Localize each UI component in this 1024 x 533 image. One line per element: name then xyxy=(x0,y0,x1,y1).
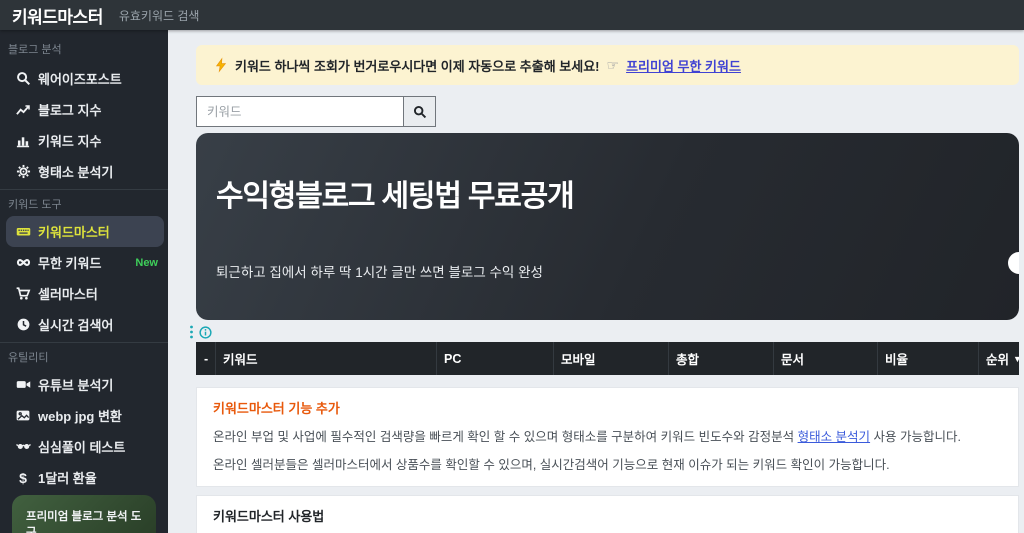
premium-infinite-keywords-link[interactable]: 프리미엄 무한 키워드 xyxy=(626,56,741,75)
hero-banner[interactable]: 수익형블로그 세팅법 무료공개 퇴근하고 집에서 하루 딱 1시간 글만 쓰면 … xyxy=(196,133,1019,320)
line-chart-icon xyxy=(14,102,32,118)
sort-desc-icon: ▼ xyxy=(1013,354,1019,364)
sidebar-divider xyxy=(0,189,168,190)
column-header-ratio[interactable]: 비율 xyxy=(877,342,978,375)
sidebar-section-keyword-tools: 키워드 도구 xyxy=(8,199,62,211)
column-header-rank[interactable]: 순위 ▼ xyxy=(978,342,1019,375)
sidebar-item-fun-test[interactable]: 심심풀이 테스트 xyxy=(0,431,168,462)
feature-info-card: 키워드마스터 기능 추가 온라인 부업 및 사업에 필수적인 검색량을 빠르게 … xyxy=(196,387,1019,487)
sidebar-item-morpheme-analyzer[interactable]: 형태소 분석기 xyxy=(0,156,168,187)
sidebar-item-keyword-index[interactable]: 키워드 지수 xyxy=(0,125,168,156)
column-header-docs[interactable]: 문서 xyxy=(773,342,877,375)
sidebar-section-blog-analysis: 블로그 분석 xyxy=(8,44,62,56)
table-tools-row xyxy=(189,324,1019,340)
feature-card-paragraph-1: 온라인 부업 및 사업에 필수적인 검색량을 빠르게 확인 할 수 있으며 형태… xyxy=(213,430,961,444)
keyword-search-bar xyxy=(196,96,1019,127)
info-icon[interactable] xyxy=(199,325,212,339)
drag-handle-icon[interactable] xyxy=(189,325,194,339)
search-icon xyxy=(14,71,32,87)
video-camera-icon xyxy=(14,377,32,393)
sidebar-item-whereispost[interactable]: 웨어이즈포스트 xyxy=(0,63,168,94)
lightning-icon xyxy=(214,57,228,73)
cart-icon xyxy=(14,286,32,302)
clock-icon xyxy=(14,317,32,333)
feature-card-paragraph-2: 온라인 셀러분들은 셀러마스터에서 상품수를 확인할 수 있으며, 실시간검색어… xyxy=(213,458,890,472)
keyboard-icon xyxy=(14,224,32,240)
morpheme-analyzer-link[interactable]: 형태소 분석기 xyxy=(798,430,870,444)
bar-chart-icon xyxy=(14,133,32,149)
sidebar-item-label: 키워드 지수 xyxy=(38,134,102,149)
results-table-header: - 키워드 PC 모바일 총합 문서 비율 순위 ▼ xyxy=(196,342,1019,375)
goggles-icon xyxy=(14,439,32,455)
alert-text: 키워드 하나씩 조회가 번거로우시다면 이제 자동으로 추출해 보세요! xyxy=(235,58,600,74)
image-icon xyxy=(14,408,32,424)
sidebar-item-label: webp jpg 변환 xyxy=(38,409,122,424)
gear-icon xyxy=(14,164,32,180)
sidebar-item-label: 블로그 지수 xyxy=(38,103,102,118)
column-header-total[interactable]: 총합 xyxy=(668,342,773,375)
top-bar-subtitle: 유효키워드 검색 xyxy=(118,8,200,23)
promo-alert-banner: 키워드 하나씩 조회가 번거로우시다면 이제 자동으로 추출해 보세요! ☞ 프… xyxy=(196,45,1019,85)
sidebar-item-label: 형태소 분석기 xyxy=(38,165,114,180)
column-header-keyword[interactable]: 키워드 xyxy=(215,342,436,375)
sidebar-item-label: 무한 키워드 xyxy=(38,256,102,271)
promo-label: 프리미엄 블로그 분석 도구 xyxy=(26,511,142,533)
column-header-dash: - xyxy=(204,351,209,366)
column-header-pc[interactable]: PC xyxy=(436,342,553,375)
keyword-search-input[interactable] xyxy=(196,96,404,127)
app-title[interactable]: 키워드마스터 xyxy=(12,3,103,28)
sidebar-item-label: 웨어이즈포스트 xyxy=(38,72,122,87)
sidebar-item-dollar-rate[interactable]: $ 1달러 환율 xyxy=(0,462,168,493)
sidebar-item-sellermaster[interactable]: 셀러마스터 xyxy=(0,278,168,309)
sidebar-item-label: 키워드마스터 xyxy=(38,225,110,240)
hero-subtitle: 퇴근하고 집에서 하루 딱 1시간 글만 쓰면 블로그 수익 완성 xyxy=(216,265,543,280)
sidebar-item-realtime-search[interactable]: 실시간 검색어 xyxy=(0,309,168,340)
sidebar: 블로그 분석 웨어이즈포스트 블로그 지수 키워드 지수 형태소 분석기 키워드… xyxy=(0,30,168,533)
main-content: 키워드 하나씩 조회가 번거로우시다면 이제 자동으로 추출해 보세요! ☞ 프… xyxy=(168,30,1024,533)
sidebar-item-label: 셀러마스터 xyxy=(38,287,98,302)
top-bar: 키워드마스터 유효키워드 검색 xyxy=(0,0,1024,30)
sidebar-item-label: 1달러 환율 xyxy=(38,471,97,486)
usage-card-title: 키워드마스터 사용법 xyxy=(213,509,325,524)
infinity-icon xyxy=(14,255,32,271)
feature-card-title: 키워드마스터 기능 추가 xyxy=(213,401,340,416)
search-button[interactable] xyxy=(403,96,436,127)
sidebar-item-infinite-keywords[interactable]: 무한 키워드 New xyxy=(0,247,168,278)
sidebar-section-utilities: 유틸리티 xyxy=(8,352,49,364)
premium-promo-card[interactable]: 프리미엄 블로그 분석 도구 블로그메트릭스 xyxy=(12,495,156,533)
new-badge: New xyxy=(135,256,158,269)
sidebar-divider xyxy=(0,342,168,343)
pointer-hand-icon: ☞ xyxy=(606,56,620,73)
sidebar-item-label: 유튜브 분석기 xyxy=(38,378,114,393)
sidebar-item-youtube-analyzer[interactable]: 유튜브 분석기 xyxy=(0,369,168,400)
sidebar-item-blog-index[interactable]: 블로그 지수 xyxy=(0,94,168,125)
hero-decor-circle xyxy=(1008,252,1019,274)
sidebar-item-keywordmaster[interactable]: 키워드마스터 xyxy=(6,216,164,247)
sidebar-item-label: 심심풀이 테스트 xyxy=(38,440,126,455)
dollar-icon: $ xyxy=(19,469,27,486)
hero-title: 수익형블로그 세팅법 무료공개 xyxy=(216,180,575,213)
usage-info-card: 키워드마스터 사용법 블로그순위는 해당 키워드가 상단에 노출된 순서로 네이… xyxy=(196,495,1019,533)
sidebar-item-webp-jpg-convert[interactable]: webp jpg 변환 xyxy=(0,400,168,431)
sidebar-item-label: 실시간 검색어 xyxy=(38,318,114,333)
magnifier-icon xyxy=(413,105,427,119)
column-header-mobile[interactable]: 모바일 xyxy=(553,342,668,375)
